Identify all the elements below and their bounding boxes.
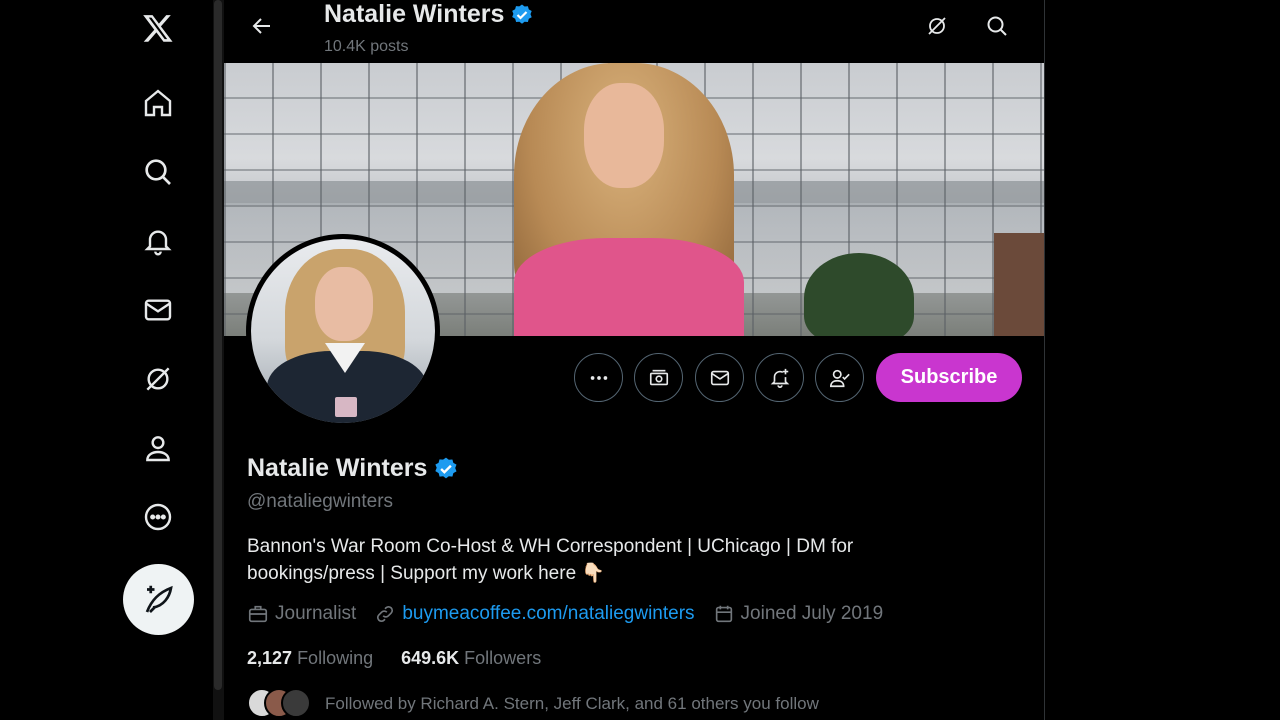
notifications-icon[interactable]	[138, 221, 178, 261]
bio-line-2: bookings/press | Support my work here 👇🏻	[247, 563, 606, 584]
banner-person-dress	[514, 238, 744, 336]
following-count: 2,127	[247, 648, 293, 668]
followed-by-row[interactable]: Followed by Richard A. Stern, Jeff Clark…	[247, 688, 819, 720]
header-name: Natalie Winters	[324, 0, 534, 29]
column-border	[1044, 0, 1045, 720]
profile-bio: Bannon's War Room Co-Host & WH Correspon…	[247, 533, 947, 587]
category-text: Journalist	[275, 603, 357, 624]
verified-badge-icon	[512, 4, 533, 24]
profile-meta: Journalist buymeacoffee.com/nataliegwint…	[247, 603, 901, 625]
profile-display-name: Natalie Winters	[247, 454, 459, 483]
post-count: 10.4K posts	[324, 38, 409, 55]
back-button[interactable]	[244, 8, 280, 44]
notify-button[interactable]	[755, 353, 804, 402]
grok-icon[interactable]	[138, 359, 178, 399]
x-logo-icon[interactable]	[138, 8, 178, 48]
calendar-icon	[715, 605, 732, 623]
followed-by-avatars	[247, 688, 311, 720]
profile-avatar[interactable]	[246, 234, 440, 428]
follow-stats: 2,127 Following 649.6K Followers	[247, 648, 541, 669]
bell-plus-icon	[770, 368, 789, 388]
briefcase-icon	[248, 605, 268, 623]
avatar-image	[251, 239, 435, 423]
compose-post-icon	[145, 585, 173, 613]
back-arrow-icon	[252, 18, 270, 34]
envelope-icon	[710, 370, 729, 385]
message-button[interactable]	[695, 353, 744, 402]
left-navigation	[0, 0, 214, 720]
scrollbar[interactable]	[214, 0, 222, 690]
profile-search-button[interactable]	[979, 8, 1015, 44]
banner-person-face	[584, 83, 664, 188]
home-icon[interactable]	[138, 83, 178, 123]
website-link[interactable]: buymeacoffee.com/nataliegwinters	[402, 603, 694, 625]
followed-by-text: Followed by Richard A. Stern, Jeff Clark…	[325, 694, 819, 713]
profile-handle: @nataliegwinters	[247, 491, 394, 512]
avatar	[281, 688, 311, 718]
compose-post-button[interactable]	[123, 564, 194, 635]
avatar-face	[315, 267, 373, 341]
following-button[interactable]	[815, 353, 864, 402]
user-check-icon	[829, 369, 850, 387]
profile-name-text: Natalie Winters	[247, 454, 428, 482]
following-label: Following	[297, 648, 374, 668]
banner-building	[994, 233, 1045, 336]
profile-icon[interactable]	[138, 428, 178, 468]
category-item: Journalist	[247, 603, 356, 625]
subscribe-button[interactable]: Subscribe	[876, 353, 1022, 402]
tip-button[interactable]	[634, 353, 683, 402]
link-icon	[377, 605, 394, 623]
profile-header-bar: Natalie Winters 10.4K posts	[224, 0, 1045, 63]
followers-stat[interactable]: 649.6K Followers	[401, 648, 541, 669]
search-icon	[987, 16, 1007, 36]
bio-line-1: Bannon's War Room Co-Host & WH Correspon…	[247, 536, 854, 557]
messages-icon[interactable]	[138, 290, 178, 330]
banner-person	[514, 63, 744, 336]
followers-label: Followers	[464, 648, 542, 668]
profile-column: Natalie Winters 10.4K posts Subscribe Na…	[224, 0, 1045, 720]
more-icon[interactable]	[138, 497, 178, 537]
website-item: buymeacoffee.com/nataliegwinters	[374, 603, 695, 625]
more-options-button[interactable]	[574, 353, 623, 402]
verified-badge-icon[interactable]	[433, 456, 459, 482]
grok-analyze-button[interactable]	[919, 8, 955, 44]
joined-text: Joined July 2019	[740, 603, 884, 624]
avatar-badge	[335, 397, 357, 417]
joined-item: Joined July 2019	[713, 603, 884, 625]
money-icon	[649, 369, 668, 385]
search-icon[interactable]	[138, 152, 178, 192]
following-stat[interactable]: 2,127 Following	[247, 648, 373, 669]
more-dots-icon	[590, 375, 607, 380]
grok-icon	[928, 17, 946, 35]
header-name-text: Natalie Winters	[324, 0, 505, 28]
banner-tree	[804, 253, 914, 336]
followers-count: 649.6K	[401, 648, 460, 668]
